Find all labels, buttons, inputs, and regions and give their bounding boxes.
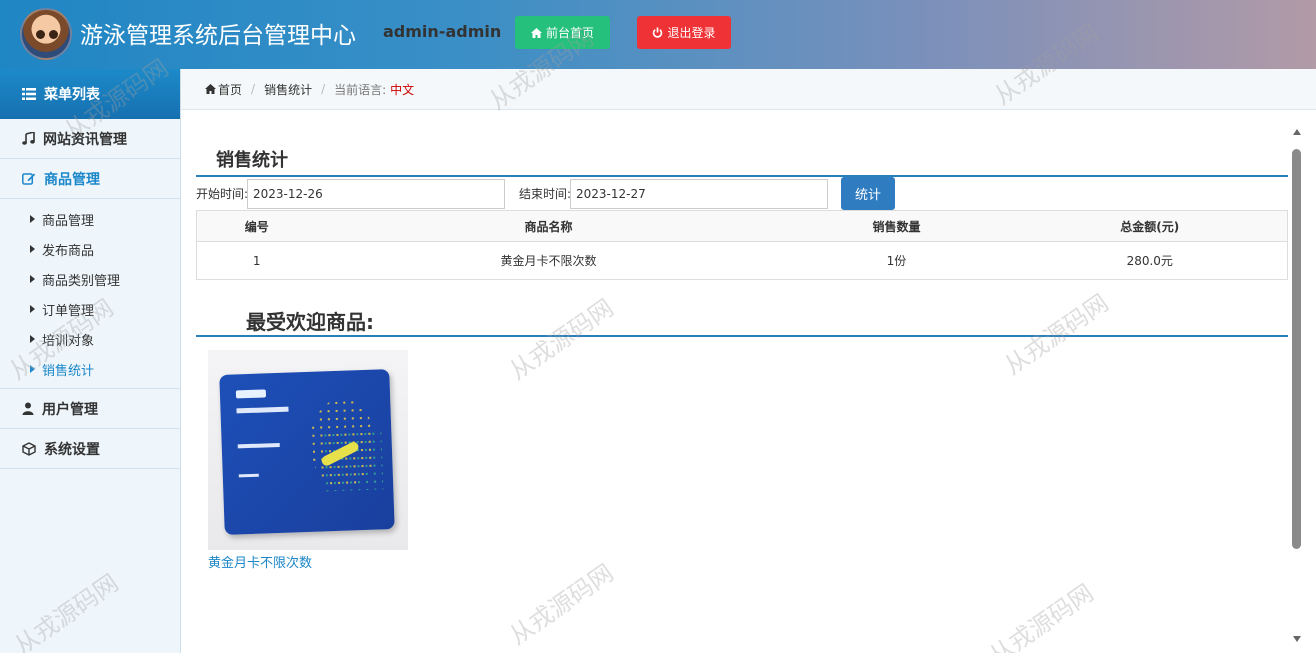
sidebar-item-label: 发布商品 bbox=[42, 243, 95, 259]
breadcrumb-home-link[interactable]: 首页 bbox=[218, 81, 242, 98]
table-header-row: 编号 商品名称 销售数量 总金额(元) bbox=[196, 210, 1288, 242]
sidebar-group-products[interactable]: 商品管理 bbox=[0, 159, 180, 199]
app-title: 游泳管理系统后台管理中心 bbox=[80, 23, 356, 49]
column-header: 销售数量 bbox=[780, 210, 1013, 242]
scroll-down-arrow-icon[interactable] bbox=[1293, 636, 1301, 642]
scroll-up-arrow-icon[interactable] bbox=[1293, 129, 1301, 135]
breadcrumb-separator: / bbox=[251, 82, 256, 96]
start-date-input[interactable] bbox=[247, 179, 505, 209]
top-header: 游泳管理系统后台管理中心 admin-admin 前台首页 退出登录 bbox=[0, 0, 1316, 69]
caret-right-icon bbox=[30, 365, 35, 373]
breadcrumb-current: 销售统计 bbox=[264, 82, 313, 97]
list-icon bbox=[22, 88, 36, 100]
section-title: 销售统计 bbox=[216, 150, 288, 171]
date-filter-form: 开始时间: 结束时间: 统计 bbox=[196, 177, 1288, 211]
column-header: 编号 bbox=[196, 210, 317, 242]
sidebar-item-product-manage[interactable]: 商品管理 bbox=[0, 204, 180, 234]
sales-stats-section-header: 销售统计 bbox=[196, 146, 1288, 177]
section-title: 最受欢迎商品: bbox=[246, 310, 374, 334]
sidebar: 菜单列表 网站资讯管理 商品管理 商品管理 发布商品 商品类别管理 订单管理 培… bbox=[0, 69, 181, 653]
avatar bbox=[20, 8, 72, 60]
sidebar-group-settings[interactable]: 系统设置 bbox=[0, 429, 180, 469]
caret-right-icon bbox=[30, 245, 35, 253]
scroll-thumb[interactable] bbox=[1292, 149, 1301, 549]
sidebar-group-label: 用户管理 bbox=[42, 401, 98, 418]
product-name-link[interactable]: 黄金月卡不限次数 bbox=[208, 552, 408, 571]
cell-total-amount: 280.0元 bbox=[1126, 254, 1173, 268]
menu-list-header: 菜单列表 bbox=[0, 69, 180, 119]
user-icon bbox=[22, 402, 34, 415]
product-image[interactable] bbox=[208, 350, 408, 550]
end-date-input[interactable] bbox=[570, 179, 828, 209]
caret-right-icon bbox=[30, 335, 35, 343]
logout-label: 退出登录 bbox=[667, 26, 716, 40]
user-name: admin-admin bbox=[383, 22, 502, 41]
caret-right-icon bbox=[30, 305, 35, 313]
sidebar-item-label: 销售统计 bbox=[42, 363, 95, 379]
sidebar-item-category-manage[interactable]: 商品类别管理 bbox=[0, 264, 180, 294]
start-date-label: 开始时间: bbox=[196, 187, 249, 201]
sidebar-group-label: 商品管理 bbox=[44, 171, 100, 188]
sidebar-item-order-manage[interactable]: 订单管理 bbox=[0, 294, 180, 324]
frontend-home-button[interactable]: 前台首页 bbox=[515, 16, 610, 49]
caret-right-icon bbox=[30, 215, 35, 223]
membership-card-illustration bbox=[219, 369, 395, 535]
cell-product-name: 黄金月卡不限次数 bbox=[500, 254, 597, 268]
sidebar-item-label: 订单管理 bbox=[42, 303, 95, 319]
frontend-home-label: 前台首页 bbox=[545, 26, 594, 40]
breadcrumb: 首页 / 销售统计 / 当前语言: 中文 bbox=[181, 69, 1316, 110]
product-submenu: 商品管理 发布商品 商品类别管理 订单管理 培训对象 销售统计 bbox=[0, 199, 180, 389]
home-icon bbox=[205, 84, 216, 94]
home-icon bbox=[530, 27, 542, 38]
sidebar-item-training-target[interactable]: 培训对象 bbox=[0, 324, 180, 354]
sidebar-group-label: 网站资讯管理 bbox=[43, 131, 127, 148]
sidebar-item-publish-product[interactable]: 发布商品 bbox=[0, 234, 180, 264]
sidebar-group-users[interactable]: 用户管理 bbox=[0, 389, 180, 429]
end-date-label: 结束时间: bbox=[519, 187, 572, 201]
popular-products-header: 最受欢迎商品: bbox=[196, 306, 1288, 337]
sidebar-group-news[interactable]: 网站资讯管理 bbox=[0, 119, 180, 159]
cell-id: 1 bbox=[252, 253, 261, 268]
main-content: 销售统计 开始时间: 结束时间: 统计 编号 商品名称 销售数量 总金额(元) … bbox=[181, 110, 1291, 653]
sidebar-item-label: 培训对象 bbox=[42, 333, 95, 349]
sidebar-item-label: 商品类别管理 bbox=[42, 273, 121, 289]
compute-stats-button[interactable]: 统计 bbox=[841, 177, 895, 210]
cell-quantity: 1份 bbox=[886, 254, 907, 268]
column-header: 总金额(元) bbox=[1012, 210, 1288, 242]
column-header: 商品名称 bbox=[316, 210, 781, 242]
menu-list-title: 菜单列表 bbox=[44, 87, 100, 103]
product-card[interactable]: 黄金月卡不限次数 bbox=[208, 350, 408, 571]
sidebar-item-sales-stats[interactable]: 销售统计 bbox=[0, 354, 180, 384]
logout-button[interactable]: 退出登录 bbox=[637, 16, 731, 49]
music-icon bbox=[22, 132, 35, 145]
sales-table: 编号 商品名称 销售数量 总金额(元) 1 黄金月卡不限次数 1份 280.0元 bbox=[196, 210, 1288, 280]
cube-icon bbox=[22, 441, 36, 456]
breadcrumb-separator: / bbox=[321, 82, 326, 96]
language-label: 当前语言: bbox=[334, 82, 387, 97]
table-row: 1 黄金月卡不限次数 1份 280.0元 bbox=[197, 242, 1288, 280]
vertical-scrollbar[interactable] bbox=[1291, 129, 1302, 653]
edit-icon bbox=[22, 173, 36, 185]
language-value[interactable]: 中文 bbox=[390, 81, 414, 98]
power-icon bbox=[653, 27, 663, 38]
sidebar-item-label: 商品管理 bbox=[42, 213, 95, 229]
caret-right-icon bbox=[30, 275, 35, 283]
sidebar-group-label: 系统设置 bbox=[44, 441, 100, 458]
